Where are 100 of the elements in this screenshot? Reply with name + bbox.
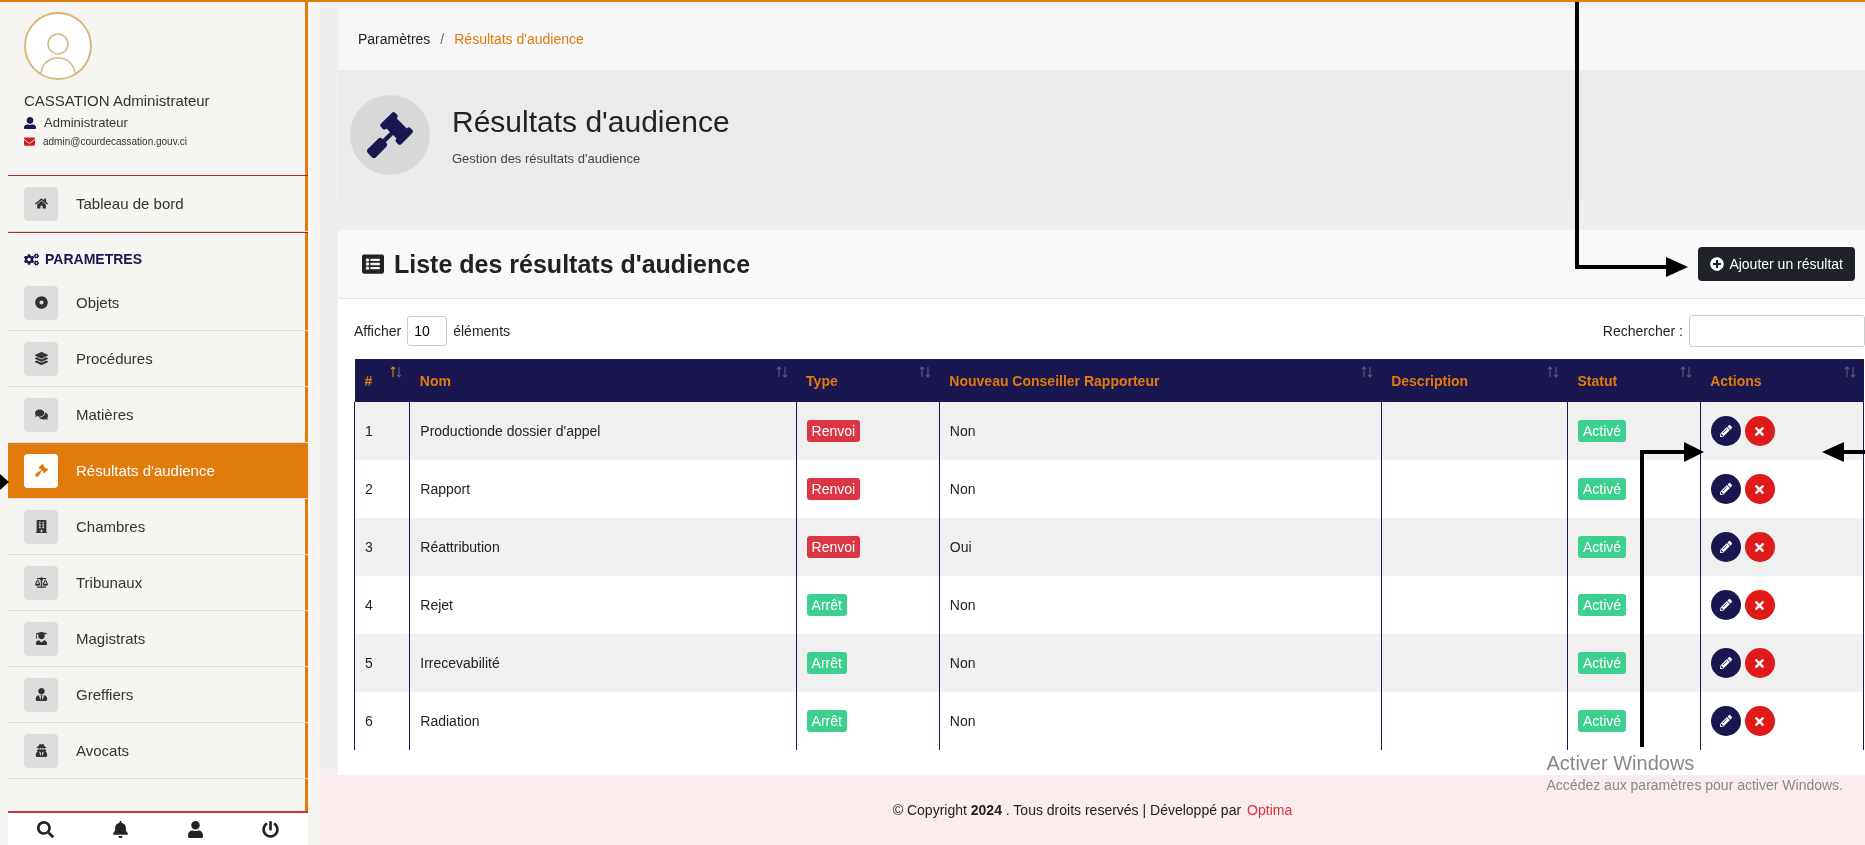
edit-button[interactable]: [1710, 706, 1741, 736]
annotation-arrow: [1822, 442, 1865, 462]
close-icon: [1753, 598, 1767, 612]
sidebar-item[interactable]: Procédures: [8, 331, 308, 387]
sidebar-item[interactable]: Chambres: [8, 499, 308, 555]
type-badge: Arrêt: [806, 594, 847, 616]
column-header[interactable]: Nouveau Conseiller Rapporteur: [939, 359, 1382, 402]
delete-button[interactable]: [1744, 532, 1775, 562]
pencil-icon: [1719, 715, 1732, 727]
type-badge: Arrêt: [806, 652, 847, 674]
page-title: Résultats d'audience: [452, 104, 730, 139]
sort-arrows-icon: [1547, 366, 1560, 378]
close-icon: [1753, 424, 1767, 438]
list-icon: [362, 253, 384, 275]
menu-icon: [24, 677, 58, 712]
sort-arrows-icon: [389, 366, 402, 378]
pencil-icon: [1719, 599, 1732, 611]
user-icon[interactable]: [187, 820, 204, 838]
length-label: Afficher: [354, 323, 402, 339]
length-label: éléments: [453, 323, 511, 339]
status-badge: Activé: [1577, 594, 1627, 616]
column-header[interactable]: #: [354, 359, 410, 402]
pencil-icon: [1719, 657, 1732, 669]
breadcrumb-separator: /: [440, 31, 445, 47]
status-badge: Activé: [1577, 710, 1627, 732]
menu-icon: [24, 397, 58, 432]
home-icon: [24, 186, 58, 221]
edit-button[interactable]: [1710, 474, 1741, 504]
plus-icon: [1710, 257, 1725, 271]
sort-arrows-icon: [776, 366, 789, 378]
menu-icon: [24, 733, 58, 768]
sort-arrows-icon: [1843, 366, 1856, 378]
type-badge: Arrêt: [806, 710, 847, 732]
type-badge: Renvoi: [806, 536, 861, 558]
column-header[interactable]: Actions: [1700, 359, 1864, 402]
delete-button[interactable]: [1744, 706, 1775, 736]
search-icon[interactable]: [37, 820, 54, 838]
column-header[interactable]: Statut: [1567, 359, 1701, 402]
add-button[interactable]: Ajouter un résultat: [1698, 247, 1855, 281]
sidebar-item[interactable]: Greffiers: [8, 667, 308, 723]
page-length-field[interactable]: 10: [407, 316, 448, 346]
close-icon: [1753, 540, 1767, 554]
close-icon: [1753, 482, 1767, 496]
copyright-text: © Copyright 2024 . Tous droits reservés | Développé par: [892, 802, 1242, 818]
delete-button[interactable]: [1744, 416, 1775, 446]
type-badge: Renvoi: [806, 420, 861, 442]
envelope-icon: [24, 136, 35, 147]
gears-icon: [24, 251, 39, 267]
search-field[interactable]: [1689, 315, 1865, 347]
user-icon: [24, 116, 36, 129]
status-badge: Activé: [1577, 652, 1627, 674]
user-name: CASSATION Administrateur: [24, 92, 211, 109]
sidebar-item[interactable]: Magistrats: [8, 611, 308, 667]
menu-icon: [24, 285, 58, 320]
sort-arrows-icon: [919, 366, 932, 378]
search-label: Rechercher :: [1602, 323, 1683, 339]
developer-link[interactable]: Optima: [1247, 802, 1293, 818]
section-title: PARAMETRES: [45, 251, 142, 267]
sidebar-item[interactable]: Avocats: [8, 723, 308, 779]
table-cell: 6: [354, 692, 410, 750]
status-badge: Activé: [1577, 420, 1627, 442]
column-header[interactable]: Description: [1381, 359, 1568, 402]
table-cell: Radiation: [409, 692, 797, 750]
pencil-icon: [1719, 541, 1732, 553]
sidebar-item[interactable]: Tableau de bord: [8, 176, 308, 232]
activation-notice-title: Activer Windows: [1546, 752, 1695, 775]
delete-button[interactable]: [1744, 474, 1775, 504]
close-icon: [1753, 714, 1767, 728]
table-cell: Non: [939, 692, 1382, 750]
sidebar-item[interactable]: Objets: [8, 275, 308, 331]
pencil-icon: [1719, 425, 1732, 437]
pencil-icon: [1719, 483, 1732, 495]
column-header[interactable]: Type: [796, 359, 940, 402]
user-email: admin@courdecassation.gouv.ci: [43, 136, 187, 147]
column-header[interactable]: Nom: [409, 359, 797, 402]
menu-icon: [24, 341, 58, 376]
page-subtitle: Gestion des résultats d'audience: [452, 150, 642, 166]
sort-arrows-icon: [1361, 366, 1374, 378]
menu-icon: [24, 453, 58, 488]
delete-button[interactable]: [1744, 648, 1775, 678]
status-badge: Activé: [1577, 536, 1627, 558]
bell-icon[interactable]: [112, 820, 129, 838]
edit-button[interactable]: [1710, 532, 1741, 562]
sidebar-item[interactable]: Tribunaux: [8, 555, 308, 611]
menu-icon: [24, 565, 58, 600]
edit-button[interactable]: [1710, 416, 1741, 446]
edit-button[interactable]: [1710, 648, 1741, 678]
status-badge: Activé: [1577, 478, 1627, 500]
user-role: Administrateur: [44, 115, 128, 130]
delete-button[interactable]: [1744, 590, 1775, 620]
menu-icon: [24, 621, 58, 656]
breadcrumb-link[interactable]: Paramètres: [358, 31, 431, 47]
menu-icon: [24, 509, 58, 544]
annotation-arrow: [0, 474, 9, 490]
edit-button[interactable]: [1710, 590, 1741, 620]
close-icon: [1753, 656, 1767, 670]
power-icon[interactable]: [262, 820, 279, 838]
sort-arrows-icon: [1680, 366, 1693, 378]
type-badge: Renvoi: [806, 478, 861, 500]
card-title: Liste des résultats d'audience: [394, 249, 751, 279]
